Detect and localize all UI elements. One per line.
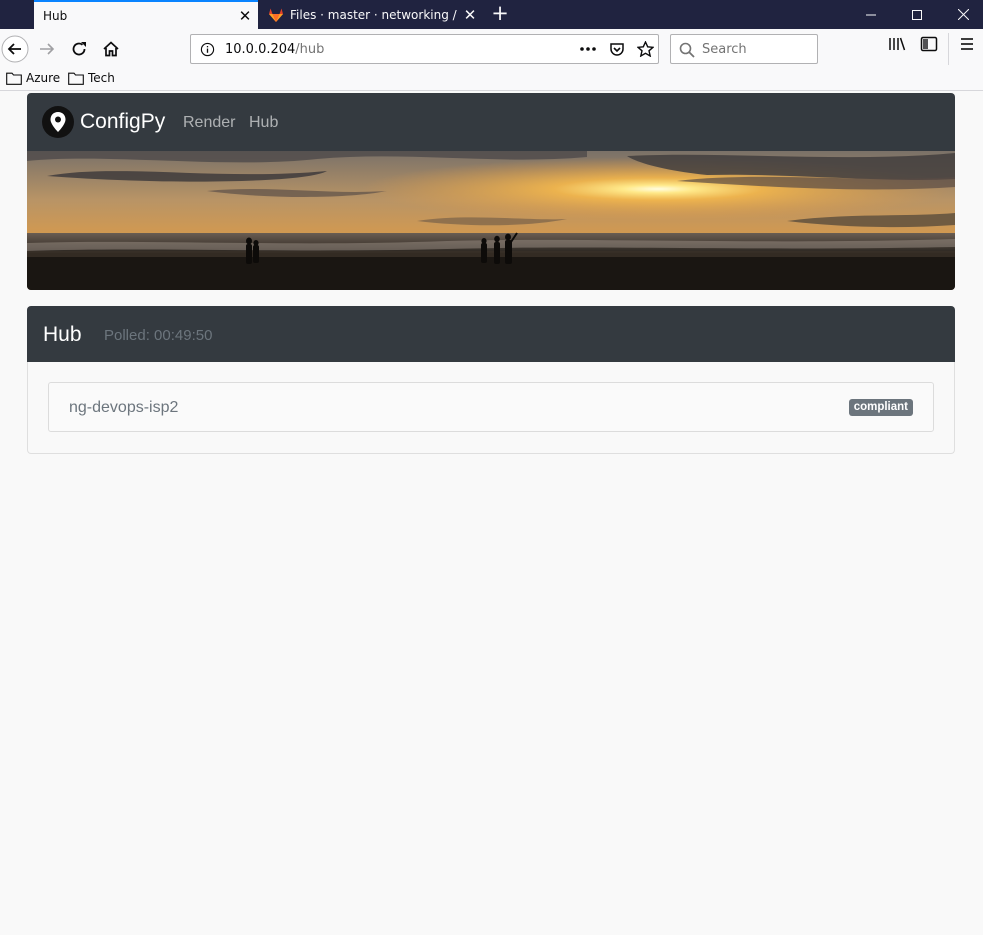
hub-card-header: Hub Polled: 00:49:50	[27, 306, 955, 362]
search-input[interactable]: Search	[670, 34, 818, 64]
url-path: /hub	[295, 42, 325, 57]
tab-close-icon[interactable]: ✕	[232, 7, 258, 25]
tab-label: Hub	[43, 8, 68, 23]
maximize-icon[interactable]	[894, 0, 940, 29]
forward-arrow-icon	[40, 43, 55, 55]
bookmark-folder-tech[interactable]: Tech	[68, 71, 115, 85]
home-button[interactable]	[95, 33, 127, 65]
gitlab-icon	[269, 8, 283, 22]
pocket-icon[interactable]	[609, 41, 625, 57]
bookmark-label: Tech	[88, 71, 115, 85]
back-button[interactable]	[0, 33, 31, 65]
url-bar[interactable]: 10.0.0.204/hub	[190, 34, 659, 64]
tab-strip: Hub ✕ Files · master · networking / co ✕…	[0, 0, 983, 29]
nav-link-hub[interactable]: Hub	[249, 114, 278, 132]
tab-label: Files · master · networking / co	[290, 7, 457, 22]
banner-image	[27, 151, 955, 290]
reload-icon	[72, 42, 86, 56]
tab-close-icon[interactable]: ✕	[457, 6, 483, 24]
polled-timestamp: Polled: 00:49:50	[104, 327, 213, 344]
info-icon[interactable]	[200, 42, 215, 57]
forward-button[interactable]	[31, 33, 63, 65]
bookmark-folder-azure[interactable]: Azure	[6, 71, 60, 85]
tab-hub[interactable]: Hub ✕	[34, 0, 258, 29]
bookmark-star-icon[interactable]	[637, 41, 654, 57]
device-name: ng-devops-isp2	[69, 399, 179, 416]
url-host: 10.0.0.204	[225, 42, 296, 57]
minimize-icon[interactable]	[848, 0, 894, 29]
page-title: Hub	[43, 323, 82, 346]
search-icon	[679, 42, 695, 58]
window-close-icon[interactable]	[940, 0, 983, 29]
bookmarks-toolbar: Azure Tech	[0, 69, 983, 91]
library-icon[interactable]	[888, 35, 906, 53]
nav-link-render[interactable]: Render	[183, 114, 235, 132]
home-icon	[103, 41, 119, 57]
back-arrow-icon	[1, 35, 29, 63]
status-badge: compliant	[848, 399, 913, 416]
hub-card-body: ng-devops-isp2 compliant	[27, 362, 955, 454]
site-navbar: ConfigPy Render Hub	[27, 93, 955, 151]
folder-icon	[6, 72, 22, 85]
page-actions-icon[interactable]	[579, 41, 597, 57]
sidebar-icon[interactable]	[920, 35, 938, 53]
new-tab-plus-icon[interactable]: +	[488, 2, 512, 26]
search-placeholder: Search	[702, 42, 747, 57]
menu-hamburger-icon[interactable]	[959, 35, 975, 53]
list-item[interactable]: ng-devops-isp2 compliant	[48, 382, 934, 432]
map-pin-icon[interactable]	[42, 106, 74, 138]
toolbar-divider	[948, 33, 949, 65]
nav-toolbar: 10.0.0.204/hub Search	[0, 29, 983, 69]
brand-link[interactable]: ConfigPy	[80, 110, 165, 134]
reload-button[interactable]	[63, 33, 95, 65]
bookmark-label: Azure	[26, 71, 61, 85]
folder-icon	[68, 72, 84, 85]
url-text: 10.0.0.204/hub	[225, 42, 324, 57]
tab-gitlab-files[interactable]: Files · master · networking / co ✕	[259, 0, 483, 29]
